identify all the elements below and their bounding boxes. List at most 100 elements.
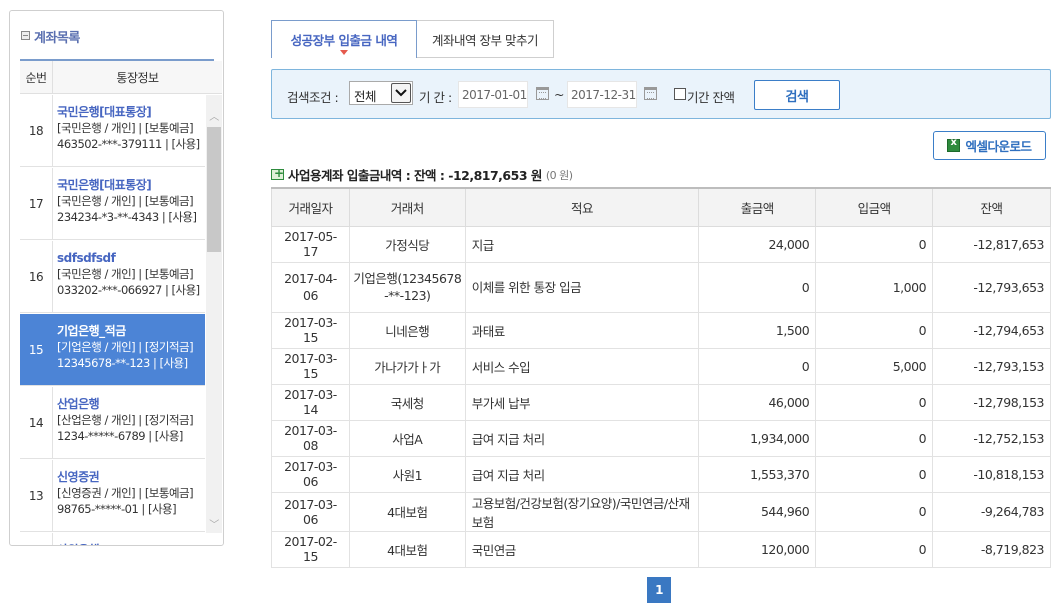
cell-date: 2017-03-08 <box>271 419 350 457</box>
search-condition-label: 검색조건 : <box>287 90 339 105</box>
account-type: [국민은행 / 개인] | [보통예금] <box>57 121 194 135</box>
account-number: 1234-*****-6789 | [사용] <box>57 429 183 443</box>
account-list-item[interactable]: 13 신영증권 [신영증권 / 개인] | [보통예금] 98765-*****-01… <box>20 460 205 532</box>
col-info-header: 통장정보 <box>116 70 159 85</box>
account-no: 17 <box>20 168 53 239</box>
cell-memo: 급여 지급 처리 <box>464 455 700 493</box>
chevron-down-icon[interactable]: ﹀ <box>206 515 222 531</box>
balance-summary-text: 사업용계좌 입출금내역 : 잔액 : -12,817,653 원 <box>288 168 542 183</box>
cell-balance: -12,752,153 <box>932 419 1051 457</box>
cell-withdrawal: 544,960 <box>698 491 817 532</box>
account-list-scrollbar[interactable]: ︿ ﹀ <box>206 95 222 533</box>
tab-account-reconcile[interactable]: 계좌내역 장부 맞추기 <box>417 20 554 58</box>
col-memo-header: 적요 <box>464 187 700 227</box>
search-condition-select[interactable]: 전체 <box>349 81 413 105</box>
table-row[interactable]: 2017-03-08 사업A 급여 지급 처리 1,934,000 0 -12,752,1… <box>271 419 1051 457</box>
table-row[interactable]: 2017-03-06 4대보험 고용보험/건강보험(장기요양)/국민연금/산재보험 5… <box>271 491 1051 532</box>
account-info: sdfsdfsdf [국민은행 / 개인] | [보통예금] 033202-***-… <box>53 241 205 312</box>
table-header-row: 거래일자 거래처 적요 출금액 입금액 잔액 <box>271 187 1051 227</box>
page-1-button[interactable]: 1 <box>647 577 671 603</box>
cell-party: 4대보험 <box>348 530 466 568</box>
chevron-up-icon[interactable]: ︿ <box>206 107 222 123</box>
cell-date: 2017-03-14 <box>271 383 350 421</box>
cell-withdrawal: 120,000 <box>698 530 817 568</box>
account-list-panel: 계좌목록 순번 통장정보 18 국민은행[대표통장] [국민은행 / 개인] | [… <box>9 10 224 546</box>
cell-balance: -8,719,823 <box>932 530 1051 568</box>
table-row[interactable]: 2017-03-06 사원1 급여 지급 처리 1,553,370 0 -10,818,1… <box>271 455 1051 493</box>
account-name: 신영증권 <box>57 470 100 484</box>
start-date-input[interactable]: 2017-01-01 <box>458 81 528 108</box>
account-list: 18 국민은행[대표통장] [국민은행 / 개인] | [보통예금] 463502-*… <box>20 95 205 545</box>
cell-balance: -12,793,653 <box>932 261 1051 313</box>
account-info: 국민은행[대표통장] [국민은행 / 개인] | [보통예금] 234234-*3-… <box>53 168 205 239</box>
cell-date: 2017-03-06 <box>271 455 350 493</box>
cell-deposit: 5,000 <box>815 347 934 385</box>
account-list-item[interactable]: 17 국민은행[대표통장] [국민은행 / 개인] | [보통예금] 234234-*… <box>20 168 205 240</box>
end-date-input[interactable]: 2017-12-31 <box>567 81 637 108</box>
search-panel: 검색조건 : 전체 기 간 : 2017-01-01 ~ 2017-12-31 … <box>271 69 1051 119</box>
calendar-icon[interactable] <box>644 87 657 100</box>
account-name: 산업은행 <box>57 397 100 411</box>
balance-summary-sub: (0 원) <box>545 168 573 182</box>
account-info: 기업은행_적금 [기업은행 / 개인] | [정기적금] 12345678-**-1… <box>53 314 205 385</box>
table-row[interactable]: 2017-02-15 4대보험 국민연금 120,000 0 -8,719,823 <box>271 530 1051 568</box>
cell-withdrawal: 46,000 <box>698 383 817 421</box>
account-number: 12345678-**-123 | [사용] <box>57 356 188 370</box>
period-balance-checkbox[interactable] <box>674 88 686 100</box>
balance-summary: 사업용계좌 입출금내역 : 잔액 : -12,817,653 원 (0 원) <box>271 165 573 184</box>
chevron-down-icon[interactable] <box>391 83 411 103</box>
account-type: [산업은행 / 개인] | [정기적금] <box>57 413 194 427</box>
cell-memo: 이체를 위한 통장 입금 <box>464 261 700 313</box>
col-withdrawal-header: 출금액 <box>698 187 817 227</box>
cell-memo: 고용보험/건강보험(장기요양)/국민연금/산재보험 <box>464 491 700 532</box>
cell-party: 니네은행 <box>348 311 466 349</box>
tab-ledger-history[interactable]: 성공장부 입출금 내역 <box>271 20 417 58</box>
cell-deposit: 0 <box>815 383 934 421</box>
cell-deposit: 0 <box>815 530 934 568</box>
excel-download-button[interactable]: 엑셀다운로드 <box>933 131 1046 160</box>
account-name: 기업은행_적금 <box>57 324 126 338</box>
excel-icon <box>947 137 961 152</box>
cell-memo: 과태료 <box>464 311 700 349</box>
cell-balance: -10,818,153 <box>932 455 1051 493</box>
account-no <box>20 533 53 545</box>
scrollbar-thumb[interactable] <box>207 127 221 252</box>
account-list-item[interactable]: 14 산업은행 [산업은행 / 개인] | [정기적금] 1234-*****-678… <box>20 387 205 459</box>
cell-memo: 서비스 수입 <box>464 347 700 385</box>
cell-withdrawal: 24,000 <box>698 225 817 263</box>
cell-balance: -12,798,153 <box>932 383 1051 421</box>
tab-bar: 성공장부 입출금 내역 계좌내역 장부 맞추기 <box>271 20 554 58</box>
table-row[interactable]: 2017-03-14 국세청 부가세 납부 46,000 0 -12,798,153 <box>271 383 1051 421</box>
table-row[interactable]: 2017-03-15 가나가가ㅏ가 서비스 수입 0 5,000 -12,793,153 <box>271 347 1051 385</box>
cell-deposit: 0 <box>815 455 934 493</box>
cell-memo: 지급 <box>464 225 700 263</box>
account-list-item[interactable]: 16 sdfsdfsdf [국민은행 / 개인] | [보통예금] 033202-**… <box>20 241 205 313</box>
cell-date: 2017-03-15 <box>271 347 350 385</box>
table-row[interactable]: 2017-05-17 가정식당 지급 24,000 0 -12,817,653 <box>271 225 1051 263</box>
account-list-title: 계좌목록 <box>20 23 214 61</box>
table-row[interactable]: 2017-03-15 니네은행 과태료 1,500 0 -12,794,653 <box>271 311 1051 349</box>
account-list-item[interactable]: 사원은행 <box>20 533 205 545</box>
cell-deposit: 0 <box>815 491 934 532</box>
cell-date: 2017-02-15 <box>271 530 350 568</box>
account-number: 463502-***-379111 | [사용] <box>57 137 200 151</box>
cell-memo: 국민연금 <box>464 530 700 568</box>
account-list-header: 순번 통장정보 <box>20 61 222 94</box>
cell-memo: 급여 지급 처리 <box>464 419 700 457</box>
minus-box-icon <box>21 31 30 40</box>
table-row[interactable]: 2017-04-06 기업은행(12345678-**-123) 이체를 위한 통장… <box>271 261 1051 313</box>
account-type: [기업은행 / 개인] | [정기적금] <box>57 340 194 354</box>
cell-deposit: 1,000 <box>815 261 934 313</box>
cell-date: 2017-04-06 <box>271 261 350 313</box>
cell-withdrawal: 1,553,370 <box>698 455 817 493</box>
cell-withdrawal: 1,500 <box>698 311 817 349</box>
calendar-icon[interactable] <box>536 87 549 100</box>
account-list-item[interactable]: 15 기업은행_적금 [기업은행 / 개인] | [정기적금] 12345678-**… <box>20 314 205 386</box>
account-info: 신영증권 [신영증권 / 개인] | [보통예금] 98765-*****-01 |… <box>53 460 205 531</box>
cell-party: 4대보험 <box>348 491 466 532</box>
cell-date: 2017-05-17 <box>271 225 350 263</box>
cell-party: 사원1 <box>348 455 466 493</box>
account-list-item[interactable]: 18 국민은행[대표통장] [국민은행 / 개인] | [보통예금] 463502-*… <box>20 95 205 167</box>
search-button[interactable]: 검색 <box>754 80 840 110</box>
cell-party: 가정식당 <box>348 225 466 263</box>
